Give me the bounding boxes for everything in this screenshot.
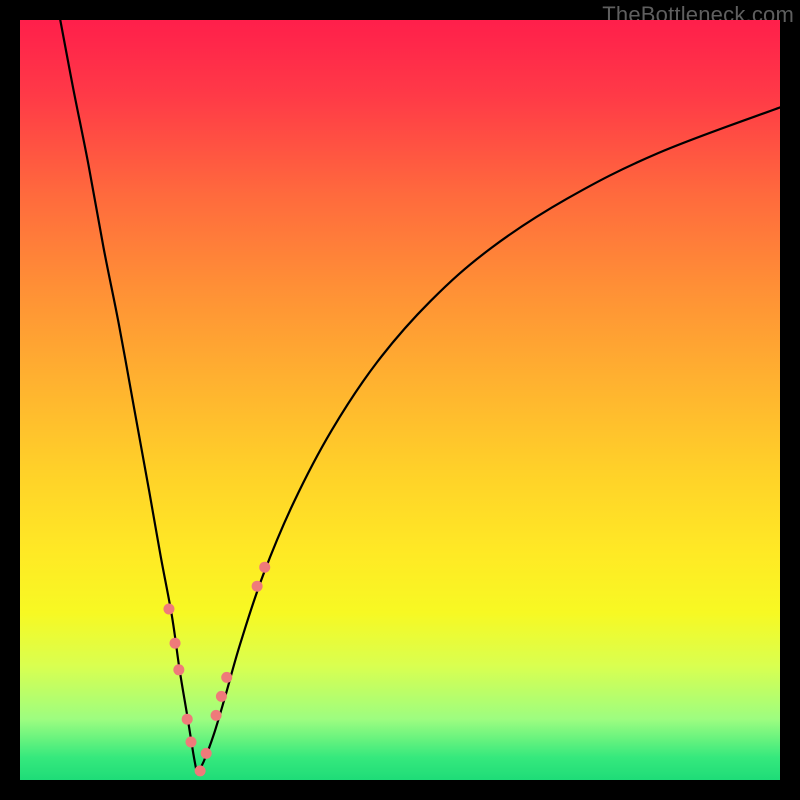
marker-group [150,497,270,777]
marker-dot [221,672,232,683]
marker-dot [211,710,222,721]
chart-overlay [20,20,780,780]
curve-left-branch [60,20,197,774]
marker-dot [201,748,212,759]
marker-dot [186,737,197,748]
marker-dot [259,562,270,573]
marker-dot [173,664,184,675]
marker-dot [163,604,174,615]
marker-dot [216,691,227,702]
marker-dot [182,714,193,725]
marker-dot [252,581,263,592]
marker-dot [195,765,206,776]
curve-right-branch [197,107,780,774]
marker-dot [170,638,181,649]
chart-canvas: TheBottleneck.com [0,0,800,800]
plot-area [20,20,780,780]
